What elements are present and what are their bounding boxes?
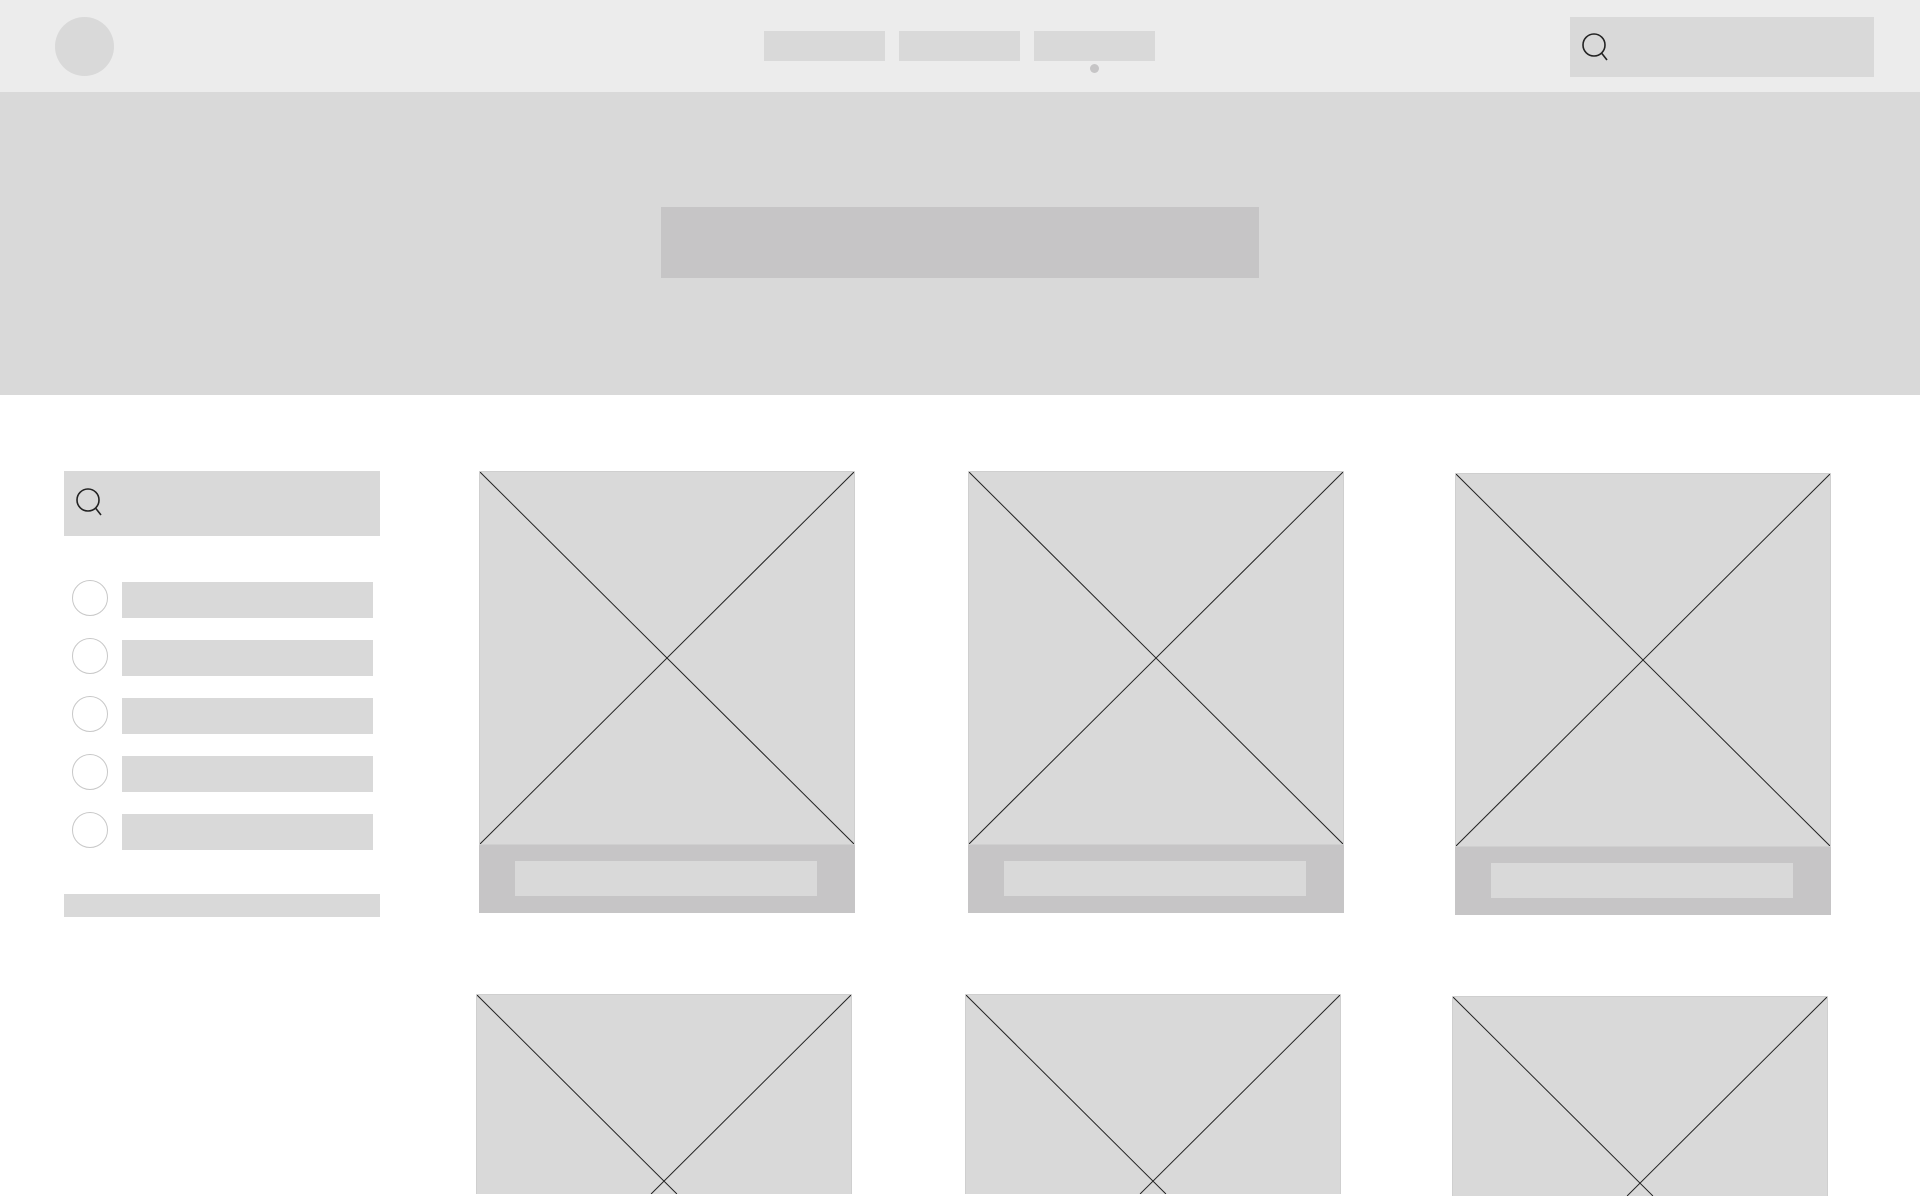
nav-item-3[interactable] [1034,31,1155,61]
hero-banner [0,92,1920,395]
sidebar-search-input[interactable] [64,471,380,536]
filter-radio[interactable] [72,638,108,674]
image-placeholder-icon [480,472,854,844]
filter-label [122,756,373,792]
sidebar-footer-bar[interactable] [64,894,380,917]
nav-item-1[interactable] [764,31,885,61]
filter-radio[interactable] [72,696,108,732]
card-label [1491,863,1793,898]
filter-option[interactable] [72,580,374,618]
logo-placeholder[interactable] [55,17,114,76]
card-label [515,861,817,896]
card-footer [968,845,1344,913]
filter-label [122,640,373,676]
image-placeholder[interactable] [1452,996,1828,1196]
image-placeholder-icon [966,995,1340,1194]
filter-radio[interactable] [72,754,108,790]
filter-label [122,582,373,618]
filter-label [122,814,373,850]
image-placeholder-icon [477,995,851,1194]
search-icon [74,486,108,520]
nav-item-2[interactable] [899,31,1020,61]
card-label [1004,861,1306,896]
image-placeholder[interactable] [965,994,1341,1194]
image-placeholder-icon [969,472,1343,844]
filter-option[interactable] [72,696,374,734]
image-placeholder[interactable] [476,994,852,1194]
filter-option[interactable] [72,812,374,850]
hero-title-placeholder [661,207,1259,278]
top-navigation-bar [0,0,1920,92]
active-nav-indicator [1090,64,1099,73]
header-search-input[interactable] [1570,17,1874,77]
filter-option[interactable] [72,754,374,792]
filter-radio[interactable] [72,580,108,616]
image-placeholder[interactable] [968,471,1344,845]
filter-radio[interactable] [72,812,108,848]
filter-label [122,698,373,734]
filter-option[interactable] [72,638,374,676]
image-placeholder[interactable] [1455,473,1831,847]
search-icon [1580,31,1614,65]
image-placeholder[interactable] [479,471,855,845]
image-placeholder-icon [1456,474,1830,846]
card-footer [479,845,855,913]
card-footer [1455,847,1831,915]
image-placeholder-icon [1453,997,1827,1196]
